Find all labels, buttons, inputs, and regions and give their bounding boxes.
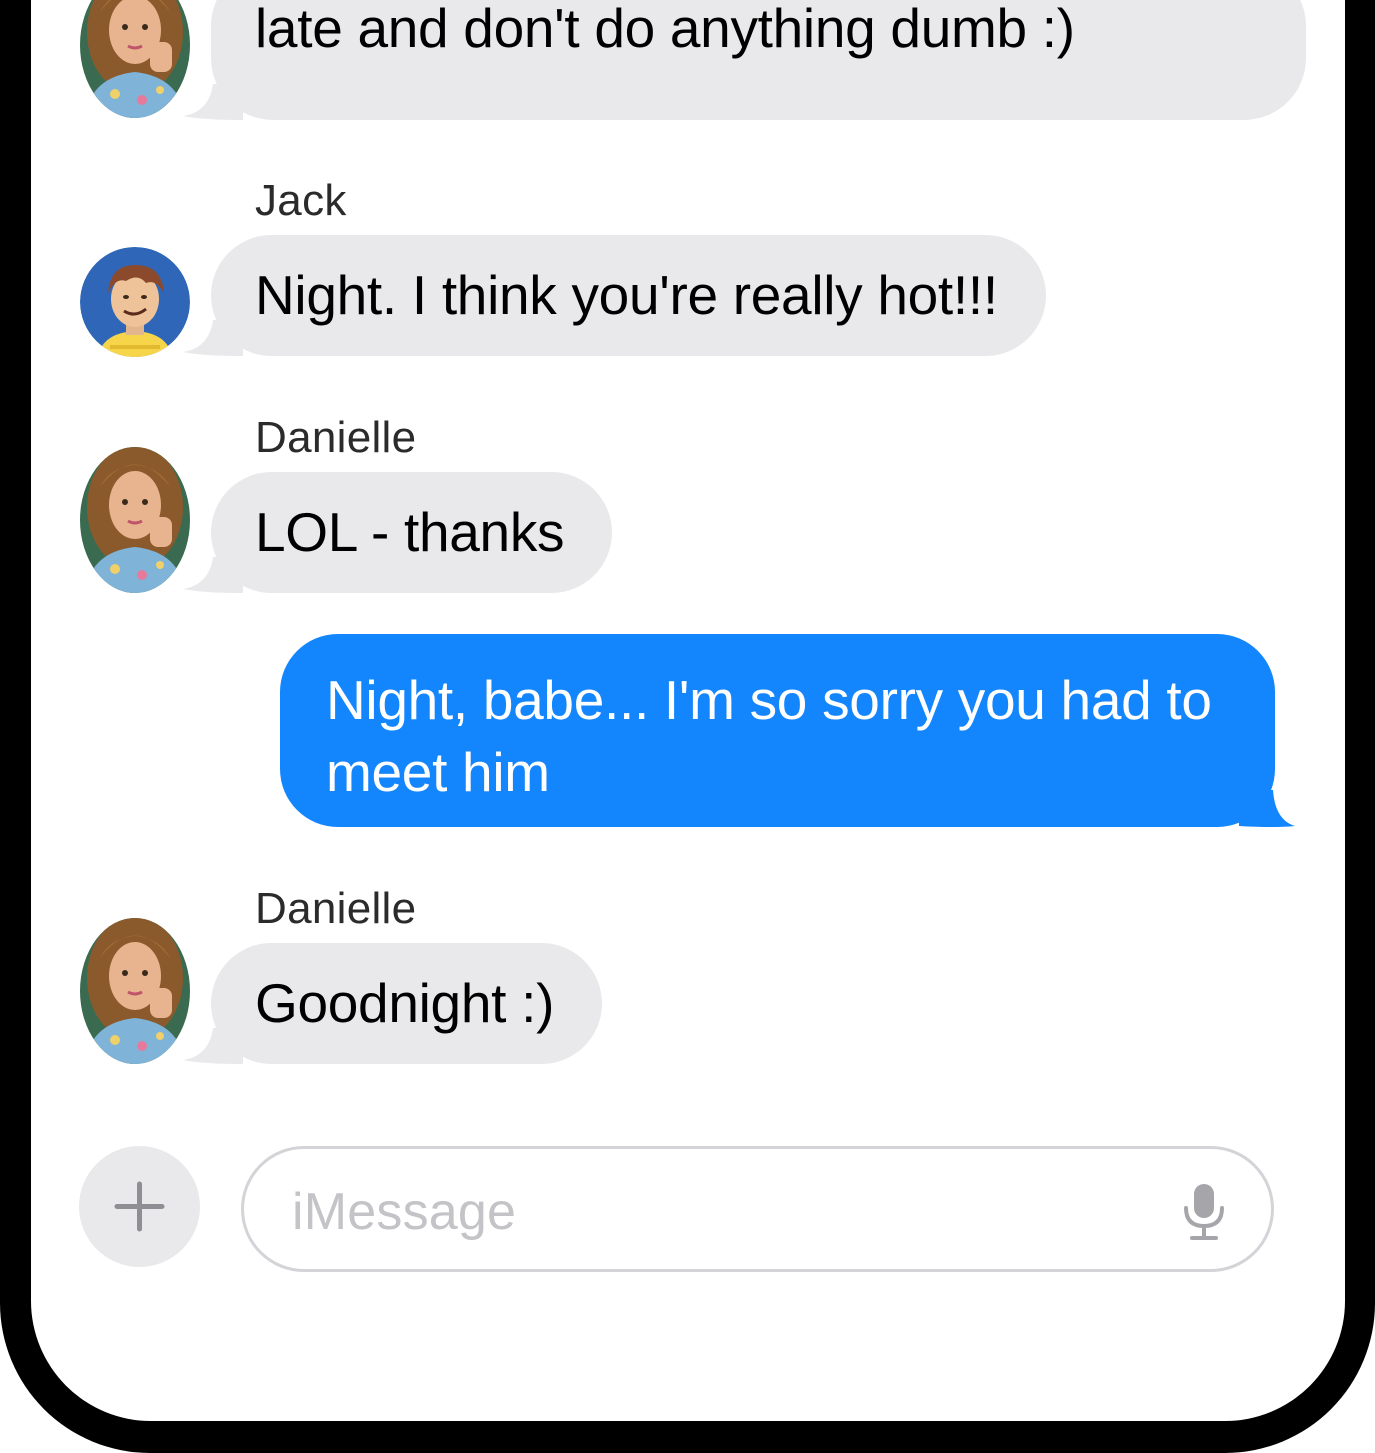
add-attachment-button[interactable] bbox=[79, 1146, 200, 1267]
message-bubble-outgoing[interactable]: Night, babe... I'm so sorry you had to m… bbox=[280, 634, 1275, 827]
message-bubble-incoming[interactable]: It's bed time for me, boys. Don't stay o… bbox=[211, 0, 1306, 120]
sender-name: Danielle bbox=[255, 413, 417, 462]
message-bubble-incoming[interactable]: LOL - thanks bbox=[211, 472, 613, 593]
message-thread: It's bed time for me, boys. Don't stay o… bbox=[31, 0, 1345, 1421]
sender-name: Jack bbox=[255, 176, 347, 225]
message-text: It's bed time for me, boys. Don't stay o… bbox=[255, 0, 1075, 59]
avatar-danielle[interactable] bbox=[80, 447, 190, 593]
message-input[interactable]: iMessage bbox=[241, 1146, 1274, 1272]
message-text: Goodnight :) bbox=[255, 972, 555, 1034]
avatar-danielle[interactable] bbox=[80, 0, 190, 118]
message-text: LOL - thanks bbox=[255, 501, 565, 563]
avatar-danielle[interactable] bbox=[80, 918, 190, 1064]
message-text: Night, babe... I'm so sorry you had to m… bbox=[326, 669, 1212, 803]
message-bubble-incoming[interactable]: Night. I think you're really hot!!! bbox=[211, 235, 1046, 356]
sender-name: Danielle bbox=[255, 884, 417, 933]
message-bubble-incoming[interactable]: Goodnight :) bbox=[211, 943, 603, 1064]
message-text: Night. I think you're really hot!!! bbox=[255, 264, 998, 326]
messages-screen: It's bed time for me, boys. Don't stay o… bbox=[31, 0, 1345, 1421]
avatar-jack[interactable] bbox=[80, 247, 190, 357]
plus-icon bbox=[114, 1181, 165, 1232]
microphone-icon[interactable] bbox=[1182, 1182, 1226, 1242]
bubble-tail bbox=[1239, 790, 1295, 827]
message-input-placeholder: iMessage bbox=[292, 1183, 517, 1241]
